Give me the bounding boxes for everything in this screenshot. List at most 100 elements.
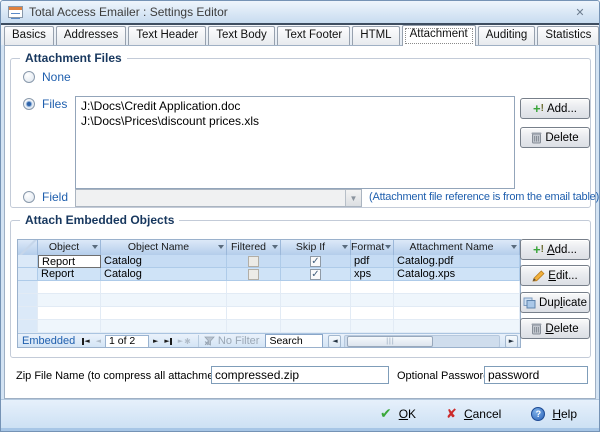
trash-icon bbox=[531, 323, 542, 335]
checkbox-unchecked[interactable] bbox=[248, 255, 259, 267]
embedded-objects-table: Object TypeObject NameFilteredSkip If Em… bbox=[17, 239, 521, 348]
column-dropdown-icon[interactable] bbox=[218, 245, 224, 249]
column-header-object-type[interactable]: Object Type bbox=[38, 240, 101, 255]
empty-cell bbox=[394, 281, 520, 294]
cell-object-type[interactable]: Report bbox=[38, 255, 101, 268]
cell-filtered[interactable] bbox=[227, 268, 281, 281]
last-record-button[interactable]: ► bbox=[162, 337, 173, 345]
cell-object-name[interactable]: Catalog bbox=[101, 255, 227, 268]
tab-text-body[interactable]: Text Body bbox=[208, 26, 275, 45]
empty-cell bbox=[281, 281, 351, 294]
form-icon bbox=[8, 6, 23, 19]
add-plus-icon: + bbox=[533, 101, 541, 116]
delete-file-button[interactable]: Delete bbox=[520, 127, 590, 148]
empty-cell bbox=[101, 294, 227, 307]
tab-text-footer[interactable]: Text Footer bbox=[276, 26, 351, 45]
table-row[interactable]: Report Catalog ✓ xps Catalog.xps bbox=[18, 268, 520, 281]
field-combobox[interactable]: ▼ bbox=[75, 189, 362, 207]
scrollbar-thumb[interactable]: ||| bbox=[347, 335, 434, 347]
empty-cell bbox=[351, 320, 394, 333]
empty-row bbox=[18, 294, 520, 307]
tab-addresses[interactable]: Addresses bbox=[55, 26, 127, 45]
chevron-down-icon[interactable]: ▼ bbox=[345, 190, 361, 206]
tab-basics[interactable]: Basics bbox=[4, 26, 54, 45]
help-button[interactable]: ? Help bbox=[531, 407, 577, 421]
radio-files-circle[interactable] bbox=[23, 98, 35, 110]
add-file-button[interactable]: +! Add... bbox=[520, 98, 590, 119]
cell-object-type[interactable]: Report bbox=[38, 268, 101, 281]
optional-password-input[interactable] bbox=[484, 366, 588, 384]
column-dropdown-icon[interactable] bbox=[385, 245, 391, 249]
table-row[interactable]: Report Catalog ✓ pdf Catalog.pdf bbox=[18, 255, 520, 268]
checkbox-unchecked[interactable] bbox=[248, 268, 259, 280]
cell-skip-if-empty[interactable]: ✓ bbox=[281, 268, 351, 281]
scroll-left-button[interactable]: ◄ bbox=[328, 334, 342, 347]
add-object-button[interactable]: +! Add... bbox=[520, 239, 590, 260]
tab-text-header[interactable]: Text Header bbox=[128, 26, 207, 45]
horizontal-scrollbar[interactable]: ||| bbox=[344, 334, 500, 347]
attachment-tab-panel: Attachment Files None Files J:\Docs\Cred… bbox=[4, 45, 599, 399]
cell-format[interactable]: pdf bbox=[351, 255, 394, 268]
radio-none-circle[interactable] bbox=[23, 71, 35, 83]
column-header-attachment-name[interactable]: Attachment Name bbox=[394, 240, 520, 255]
row-selector[interactable] bbox=[18, 255, 38, 268]
empty-cell bbox=[281, 320, 351, 333]
add-plus-icon: + bbox=[533, 242, 541, 257]
radio-field[interactable]: Field bbox=[23, 190, 68, 204]
cancel-button[interactable]: ✘ Cancel bbox=[446, 407, 501, 422]
no-filter-button[interactable]: No Filter bbox=[203, 335, 259, 347]
tab-auditing[interactable]: Auditing bbox=[477, 26, 536, 45]
column-dropdown-icon[interactable] bbox=[511, 245, 517, 249]
column-header-format[interactable]: Format bbox=[351, 240, 394, 255]
tab-attachment[interactable]: Attachment bbox=[401, 25, 476, 46]
duplicate-object-button[interactable]: Duplicate bbox=[520, 292, 590, 313]
cell-attachment-name[interactable]: Catalog.pdf bbox=[394, 255, 520, 268]
column-dropdown-icon[interactable] bbox=[342, 245, 348, 249]
next-record-button[interactable]: ► bbox=[151, 337, 160, 345]
record-position-input[interactable] bbox=[105, 334, 149, 347]
checkbox-checked[interactable]: ✓ bbox=[310, 255, 321, 267]
scroll-right-button[interactable]: ► bbox=[505, 334, 518, 347]
file-item[interactable]: J:\Docs\Prices\discount prices.xls bbox=[76, 114, 514, 129]
title-bar: Total Access Emailer : Settings Editor ✕ bbox=[1, 1, 599, 23]
column-header-object-name[interactable]: Object Name bbox=[101, 240, 227, 255]
column-header-skip-if-empty[interactable]: Skip If Empty bbox=[281, 240, 351, 255]
cell-attachment-name[interactable]: Catalog.xps bbox=[394, 268, 520, 281]
empty-row bbox=[18, 307, 520, 320]
record-navigator-label: Embedded bbox=[22, 335, 76, 347]
first-record-button[interactable]: ◄ bbox=[80, 337, 91, 345]
zip-file-name-input[interactable] bbox=[211, 366, 389, 384]
previous-record-button[interactable]: ◄ bbox=[94, 337, 103, 345]
cell-filtered[interactable] bbox=[227, 255, 281, 268]
edit-object-button[interactable]: Edit... bbox=[520, 265, 590, 286]
file-item[interactable]: J:\Docs\Credit Application.doc bbox=[76, 99, 514, 114]
column-header-filtered[interactable]: Filtered bbox=[227, 240, 281, 255]
checkbox-checked[interactable]: ✓ bbox=[310, 268, 321, 280]
empty-row bbox=[18, 281, 520, 294]
tab-statistics[interactable]: Statistics bbox=[537, 26, 599, 45]
tab-html[interactable]: HTML bbox=[352, 26, 400, 45]
zip-file-name-label: Zip File Name (to compress all attachmen… bbox=[16, 370, 235, 382]
empty-cell bbox=[281, 294, 351, 307]
empty-cell bbox=[227, 307, 281, 320]
window-bottom-edge bbox=[1, 428, 599, 431]
column-dropdown-icon[interactable] bbox=[92, 245, 98, 249]
row-selector-header[interactable] bbox=[18, 240, 38, 255]
delete-object-button[interactable]: Delete bbox=[520, 318, 590, 339]
row-selector[interactable] bbox=[18, 268, 38, 281]
column-dropdown-icon[interactable] bbox=[272, 245, 278, 249]
ok-button[interactable]: ✔ OK bbox=[380, 406, 416, 422]
attachment-files-list[interactable]: J:\Docs\Credit Application.doc J:\Docs\Pr… bbox=[75, 96, 515, 189]
new-record-button[interactable]: ► ✱ bbox=[176, 337, 193, 346]
radio-field-circle[interactable] bbox=[23, 191, 35, 203]
row-selector bbox=[18, 320, 38, 333]
close-icon[interactable]: ✕ bbox=[568, 5, 592, 20]
radio-files[interactable]: Files bbox=[23, 97, 67, 111]
search-input[interactable] bbox=[265, 334, 324, 347]
cell-skip-if-empty[interactable]: ✓ bbox=[281, 255, 351, 268]
empty-cell bbox=[38, 320, 101, 333]
cell-format[interactable]: xps bbox=[351, 268, 394, 281]
radio-none[interactable]: None bbox=[23, 70, 71, 84]
cell-object-name[interactable]: Catalog bbox=[101, 268, 227, 281]
embedded-objects-group-label: Attach Embedded Objects bbox=[20, 213, 180, 227]
